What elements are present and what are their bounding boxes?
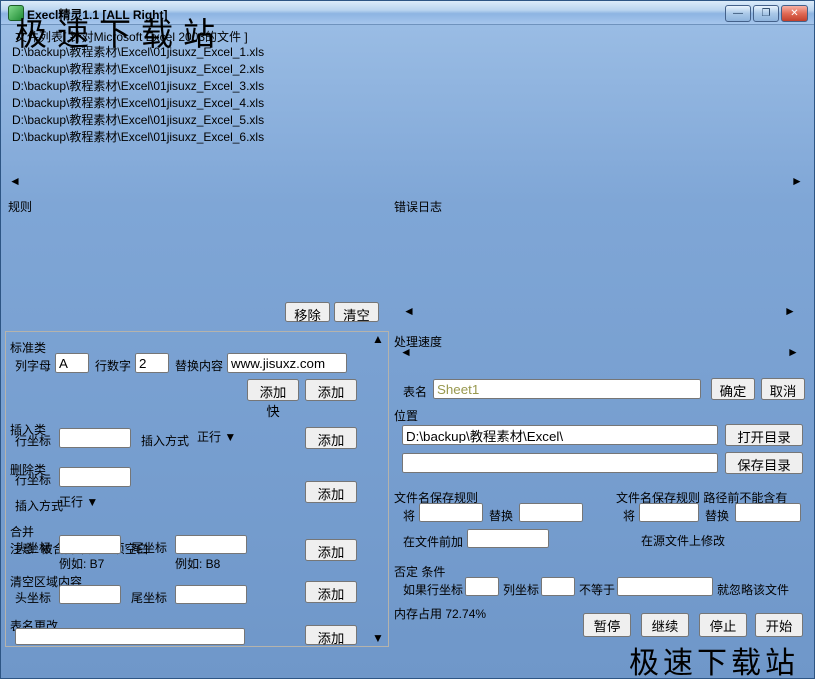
scroll-left-icon[interactable]: ◄ (400, 345, 415, 358)
merge-head-label: 头坐标 (15, 539, 51, 556)
insert-row-label: 行坐标 (15, 432, 51, 449)
app-window: Execl精灵1.1 [ALL Right] — ❐ ✕ 文件列表[ 针对Mic… (0, 0, 815, 679)
insert-mode-label: 插入方式 (141, 432, 189, 449)
negate-row-label: 如果行坐标 (403, 581, 463, 598)
highlight-box (6, 333, 371, 416)
sheet-name-input[interactable] (433, 379, 701, 399)
dropdown-arrow-icon[interactable]: ▼ (224, 430, 236, 444)
scroll-left-icon[interactable]: ◄ (9, 174, 24, 187)
open-directory-button[interactable]: 打开目录 (725, 424, 803, 446)
file-list-item[interactable]: D:\backup\教程素材\Excel\01jisuxz_Excel_6.xl… (12, 128, 804, 145)
filename-prefix-label: 在文件前加 (403, 533, 463, 550)
filename2-from-label: 将 (623, 507, 635, 524)
speed-slider[interactable]: ◄ ► (400, 345, 802, 360)
sheet-cancel-button[interactable]: 取消 (761, 378, 805, 400)
filename-from-input[interactable] (419, 503, 483, 522)
file-list-item[interactable]: D:\backup\教程素材\Excel\01jisuxz_Excel_2.xl… (12, 60, 804, 77)
modify-source-label: 在源文件上修改 (641, 532, 725, 549)
insert-mode-value: 正行 (197, 430, 221, 444)
filename-replace-input[interactable] (519, 503, 583, 522)
insert-row-input[interactable] (59, 428, 131, 448)
clear-region-add-button[interactable]: 添加 (305, 581, 357, 603)
speed-slider-thumb[interactable] (461, 345, 495, 358)
delete-row-input[interactable] (59, 467, 131, 487)
insert-add-button[interactable]: 添加 (305, 427, 357, 449)
rules-clear-button[interactable]: 清空 (334, 302, 379, 322)
sheet-name-label: 表名 (403, 383, 427, 400)
dropdown-arrow-icon[interactable]: ▼ (86, 495, 98, 509)
merge-head-example: 例如: B7 (59, 555, 104, 572)
filename2-from-input[interactable] (639, 503, 699, 522)
filename2-replace-label: 替换 (705, 507, 729, 524)
negate-col-label: 列坐标 (503, 581, 539, 598)
scrollbar-thumb[interactable] (89, 174, 331, 187)
rules-remove-button[interactable]: 移除 (285, 302, 330, 322)
close-button[interactable]: ✕ (781, 5, 808, 22)
negate-suffix-label: 就忽略该文件 (717, 581, 789, 598)
file-list-item[interactable]: D:\backup\教程素材\Excel\01jisuxz_Excel_5.xl… (12, 111, 804, 128)
delete-mode-select[interactable]: 正行 ▼ (59, 493, 237, 513)
scroll-right-icon[interactable]: ► (791, 174, 806, 187)
delete-mode-label: 插入方式 (15, 497, 63, 514)
sheet-rename-add-button[interactable]: 添加 (305, 625, 357, 645)
clear-head-label: 头坐标 (15, 589, 51, 606)
save-directory-button[interactable]: 保存目录 (725, 452, 803, 474)
filename2-replace-input[interactable] (735, 503, 801, 522)
rules-list[interactable] (15, 209, 381, 297)
watermark-bottom: 极速下载站 (629, 638, 799, 679)
merge-add-button[interactable]: 添加 (305, 539, 357, 561)
sheet-ok-button[interactable]: 确定 (711, 378, 755, 400)
location-group-label: 位置 (394, 407, 808, 424)
filename-replace-label: 替换 (489, 507, 513, 524)
memory-progress-bar (401, 617, 563, 637)
minimize-button[interactable]: — (725, 5, 751, 22)
clear-tail-input[interactable] (175, 585, 247, 604)
file-list[interactable]: D:\backup\教程素材\Excel\01jisuxz_Excel_1.xl… (8, 41, 808, 191)
scrollbar-thumb[interactable] (420, 304, 470, 317)
clear-head-input[interactable] (59, 585, 121, 604)
file-list-hscrollbar[interactable]: ◄ ► (9, 174, 806, 189)
delete-mode-value: 正行 (59, 495, 83, 509)
insert-mode-select[interactable]: 正行 ▼ (197, 428, 269, 448)
scroll-down-icon[interactable]: ▼ (372, 631, 385, 646)
scroll-up-icon[interactable]: ▲ (372, 332, 385, 347)
delete-add-button[interactable]: 添加 (305, 481, 357, 503)
filename-prefix-input[interactable] (467, 529, 549, 548)
error-log-hscrollbar[interactable]: ◄ ► (403, 304, 799, 319)
negate-col-input[interactable] (541, 577, 575, 596)
resume-button[interactable]: 继续 (641, 613, 689, 637)
scroll-right-icon[interactable]: ► (784, 304, 799, 317)
delete-row-label: 行坐标 (15, 471, 51, 488)
maximize-button[interactable]: ❐ (753, 5, 779, 22)
negate-value-input[interactable] (617, 577, 713, 596)
negate-neq-label: 不等于 (579, 581, 615, 598)
watermark-top: 极速下载站 (15, 9, 225, 55)
scroll-left-icon[interactable]: ◄ (403, 304, 418, 317)
merge-tail-input[interactable] (175, 535, 247, 554)
location-path-input[interactable] (402, 425, 718, 445)
scroll-right-icon[interactable]: ► (787, 345, 802, 358)
start-button[interactable]: 开始 (755, 613, 803, 637)
file-list-item[interactable]: D:\backup\教程素材\Excel\01jisuxz_Excel_4.xl… (12, 94, 804, 111)
pause-button[interactable]: 暂停 (583, 613, 631, 637)
panel-vscrollbar[interactable]: ▲ ▼ (372, 332, 387, 646)
merge-tail-label: 尾坐标 (131, 539, 167, 556)
stop-button[interactable]: 停止 (699, 613, 747, 637)
merge-head-input[interactable] (59, 535, 121, 554)
scrollbar-thumb[interactable] (372, 349, 385, 411)
clear-tail-label: 尾坐标 (131, 589, 167, 606)
filename-from-label: 将 (403, 507, 415, 524)
file-list-item[interactable]: D:\backup\教程素材\Excel\01jisuxz_Excel_3.xl… (12, 77, 804, 94)
merge-tail-example: 例如: B8 (175, 555, 220, 572)
negate-row-input[interactable] (465, 577, 499, 596)
save-path-input[interactable] (402, 453, 718, 473)
sheet-rename-input[interactable] (15, 628, 245, 645)
negate-group-label: 否定 条件 (394, 563, 808, 580)
